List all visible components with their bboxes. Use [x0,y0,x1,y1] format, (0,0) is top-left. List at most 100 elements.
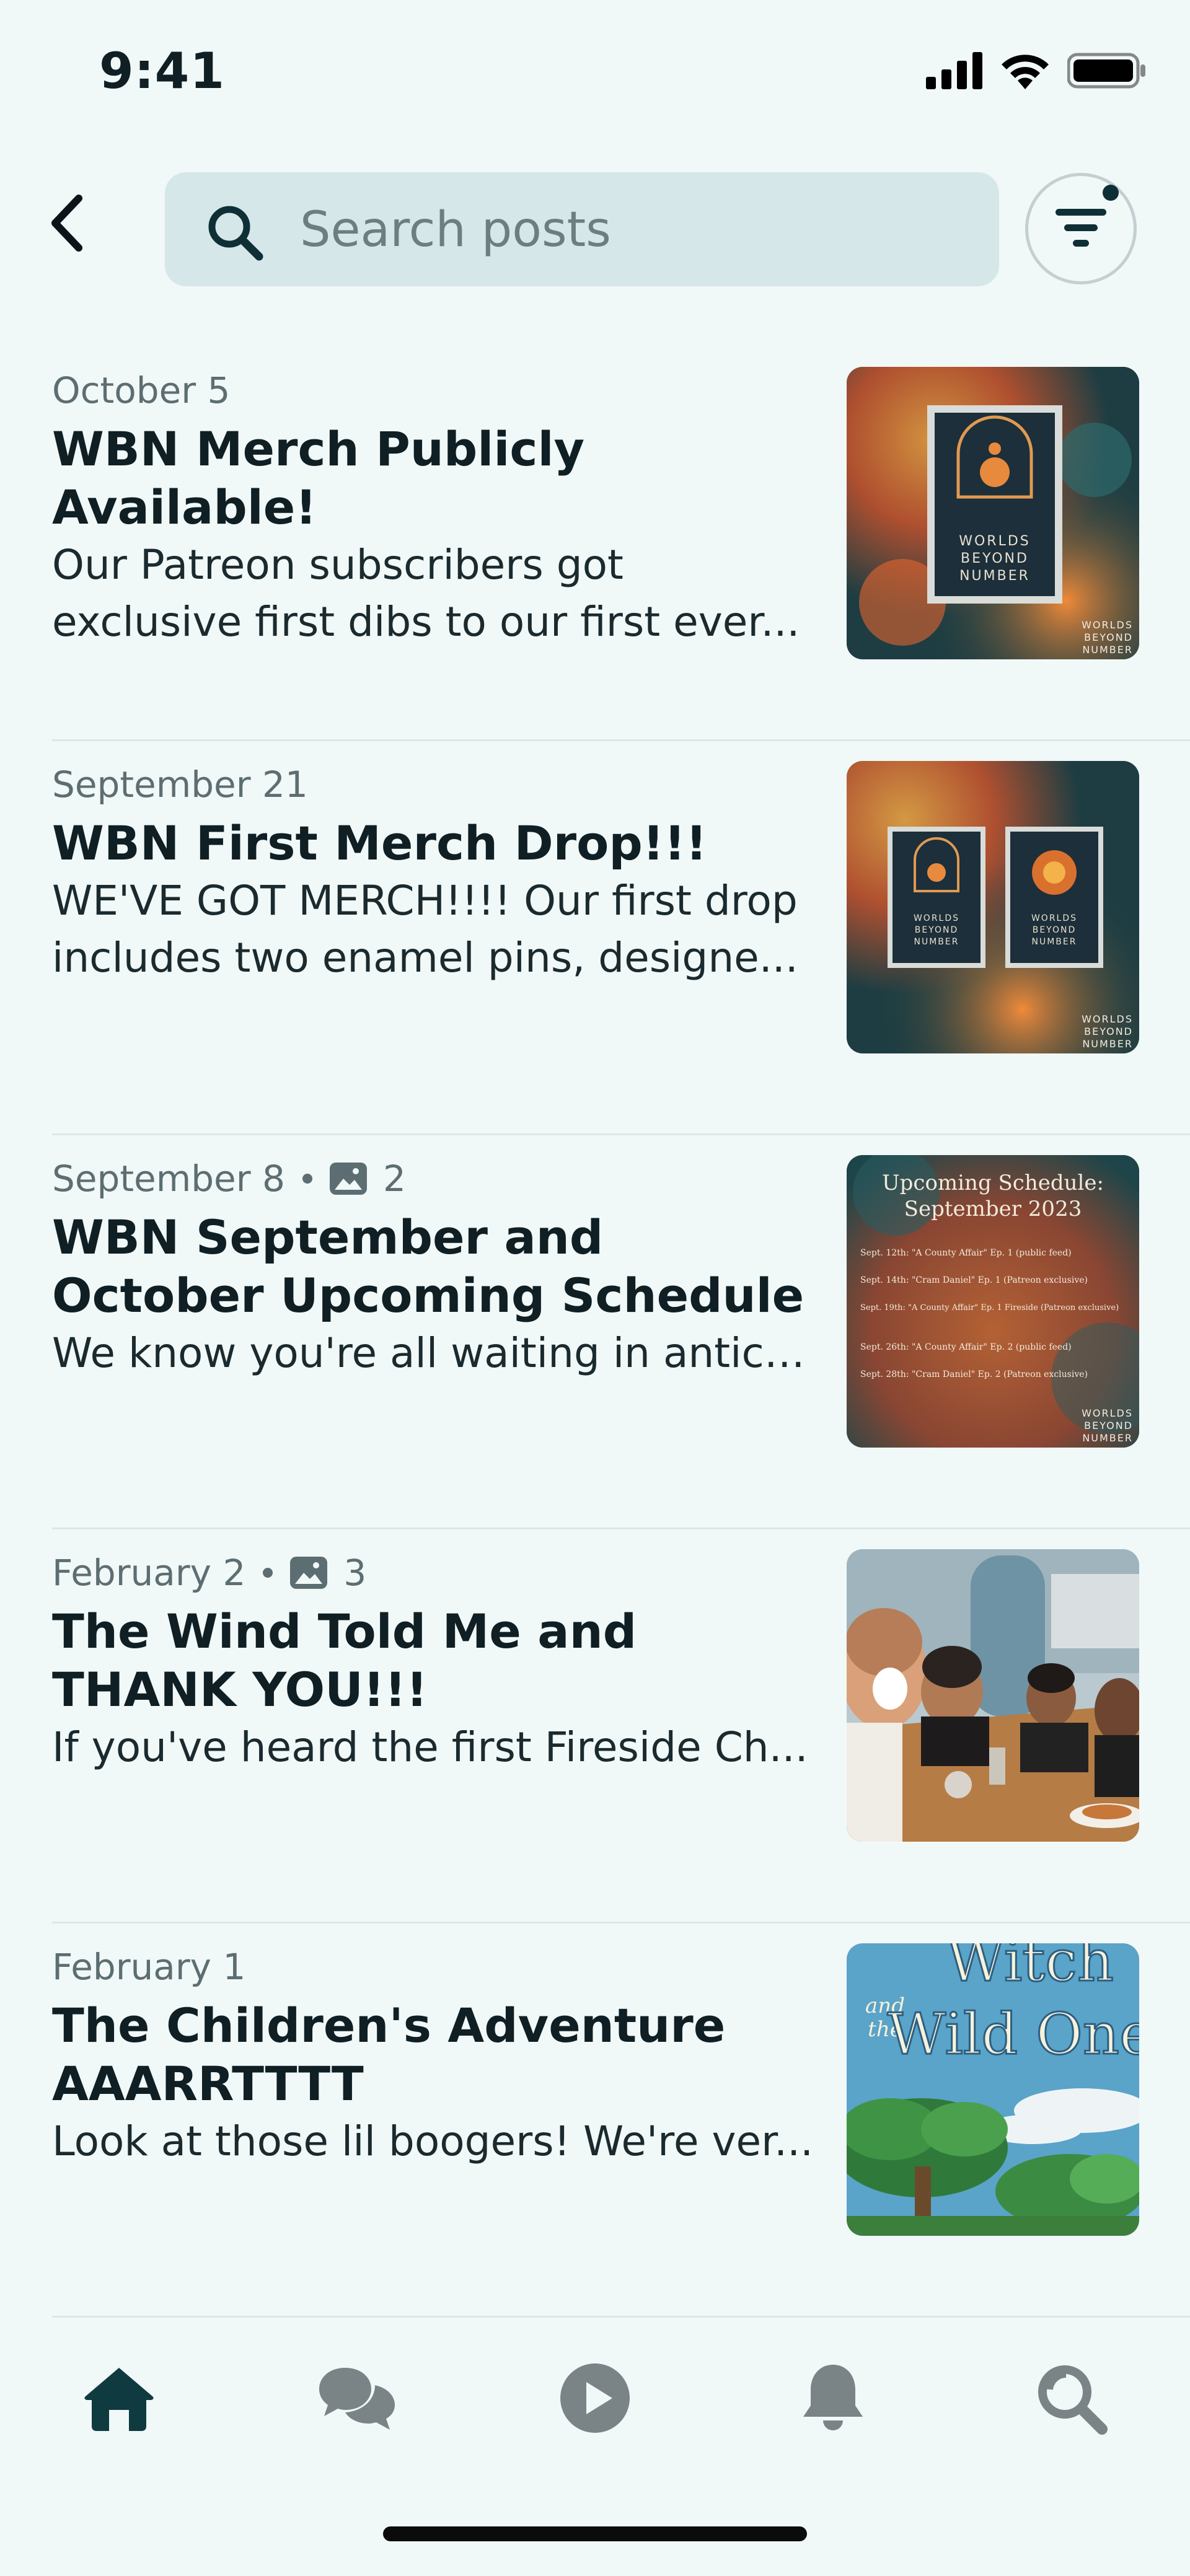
image-icon [290,1557,328,1589]
post-item[interactable]: October 5 WBN Merch Publicly Available! … [0,347,1190,741]
home-icon [84,2368,154,2431]
status-bar: 9:41 [0,0,1190,143]
tab-messages[interactable] [238,2318,476,2479]
schedule-line: Sept. 19th: "A County Affair" Ep. 1 Fire… [860,1303,1119,1312]
post-snippet: WE'VE GOT MERCH!!!! Our first drop inclu… [52,877,798,982]
post-date: September 21 [52,763,308,806]
post-meta: February 1 [52,1943,814,1990]
meta-separator [263,1568,273,1578]
post-item[interactable]: February 2 3 The Wind Told Me and THANK … [0,1529,1190,1923]
post-meta: September 21 [52,761,814,808]
post-item[interactable]: September 21 WBN First Merch Drop!!! WE'… [0,741,1190,1135]
post-snippet: We know you're all waiting in antici... [52,1329,814,1377]
post-thumbnail[interactable]: Upcoming Schedule: September 2023 Sept. … [847,1155,1139,1448]
post-snippet: If you've heard the first Fireside Ch... [52,1723,808,1771]
post-snippet: Look at those lil boogers! We're ver... [52,2117,814,2165]
battery-icon [1067,53,1145,89]
schedule-line: Sept. 26th: "A County Affair" Ep. 2 (pub… [860,1342,1072,1352]
image-icon [329,1163,367,1195]
chevron-left-icon [51,195,82,252]
post-title: WBN September and October Upcoming Sched… [52,1210,804,1323]
post-title: The Wind Told Me and THANK YOU!!! [52,1604,637,1717]
home-indicator [383,2526,807,2541]
post-item[interactable]: September 8 2 WBN September and October … [0,1135,1190,1529]
corner-line-3: NUMBER [1082,644,1133,656]
cellular-signal-icon [926,52,982,89]
post-date: September 8 [52,1158,285,1200]
image-count: 3 [343,1552,367,1594]
post-text: February 2 3 The Wind Told Me and THANK … [52,1549,814,1776]
search-icon [1038,2365,1108,2435]
post-meta: September 8 2 [52,1155,814,1202]
post-text: September 8 2 WBN September and October … [52,1155,814,1382]
schedule-heading-1: Upcoming Schedule: [882,1171,1104,1195]
post-text: February 1 The Children's Adventure AAAR… [52,1943,814,2170]
play-icon [560,2363,630,2433]
post-text: October 5 WBN Merch Publicly Available! … [52,367,814,651]
bell-icon [803,2365,863,2430]
post-title: The Children's Adventure AAARRTTTT [52,1998,726,2111]
post-thumbnail[interactable]: WORLDS BEYOND NUMBER WORLDS BEYOND NUMBE… [847,761,1139,1053]
schedule-heading-2: September 2023 [904,1197,1082,1221]
search-box[interactable] [165,172,999,286]
poster-line-1: WORLDS [959,534,1031,549]
corner-line-3: NUMBER [1082,1432,1133,1444]
corner-line-3: NUMBER [1082,1038,1133,1050]
search-input[interactable] [299,197,971,263]
corner-line-1: WORLDS [1082,1013,1133,1025]
book-cover-image: and the Witch Wild One [847,1943,1139,2236]
post-snippet: Our Patreon subscribers got exclusive fi… [52,541,800,646]
chat-bubbles-icon [319,2368,395,2430]
post-meta: October 5 [52,367,814,414]
group-selfie-photo [847,1549,1139,1842]
post-thumbnail[interactable] [847,1549,1139,1842]
image-count: 2 [382,1158,406,1200]
post-title: WBN First Merch Drop!!! [52,815,707,871]
cover-word-witch: Witch [946,1943,1114,1994]
tab-search[interactable] [952,2318,1190,2479]
post-title: WBN Merch Publicly Available! [52,421,585,535]
corner-line-1: WORLDS [1082,1407,1133,1419]
filter-button[interactable] [1025,173,1137,284]
pin-line-2: BEYOND [1033,925,1077,935]
status-icons [926,52,1148,89]
post-thumbnail[interactable]: WORLDS BEYOND NUMBER WORLDS BEYOND NUMBE… [847,367,1139,659]
merch-poster-image: WORLDS BEYOND NUMBER WORLDS BEYOND NUMBE… [847,367,1139,659]
schedule-line: Sept. 12th: "A County Affair" Ep. 1 (pub… [860,1248,1072,1258]
pin-line-1: WORLDS [914,913,959,923]
status-time: 9:41 [99,42,225,100]
tab-play[interactable] [476,2318,714,2479]
corner-line-2: BEYOND [1084,1420,1133,1431]
poster-line-2: BEYOND [961,551,1029,566]
tab-home[interactable] [0,2318,238,2479]
post-date: February 2 [52,1552,246,1594]
back-button[interactable] [31,186,105,260]
filter-active-indicator [1103,185,1119,201]
post-thumbnail[interactable]: and the Witch Wild One [847,1943,1139,2236]
post-date: October 5 [52,369,231,411]
post-date: February 1 [52,1946,246,1988]
post-text: September 21 WBN First Merch Drop!!! WE'… [52,761,814,987]
search-icon [208,206,263,261]
search-header [0,167,1190,291]
pin-line-3: NUMBER [1032,937,1077,947]
post-item[interactable]: February 1 The Children's Adventure AAAR… [0,1923,1190,2318]
tab-bar [0,2318,1190,2479]
tab-notifications[interactable] [714,2318,952,2479]
schedule-line: Sept. 28th: "Cram Daniel" Ep. 2 (Patreon… [860,1369,1088,1379]
corner-line-2: BEYOND [1084,631,1133,643]
filter-icon [1056,209,1106,247]
meta-separator [302,1174,312,1184]
poster-line-3: NUMBER [959,568,1030,584]
pin-line-2: BEYOND [915,925,959,935]
merch-pins-image: WORLDS BEYOND NUMBER WORLDS BEYOND NUMBE… [847,761,1139,1053]
corner-line-1: WORLDS [1082,619,1133,631]
corner-line-2: BEYOND [1084,1026,1133,1037]
pin-line-1: WORLDS [1031,913,1077,923]
wifi-icon [1002,55,1049,89]
post-meta: February 2 3 [52,1549,814,1596]
schedule-line: Sept. 14th: "Cram Daniel" Ep. 1 (Patreon… [860,1275,1088,1285]
cover-word-wild-one: Wild One [887,2001,1139,2067]
schedule-image: Upcoming Schedule: September 2023 Sept. … [847,1155,1139,1448]
pin-line-3: NUMBER [914,937,959,947]
